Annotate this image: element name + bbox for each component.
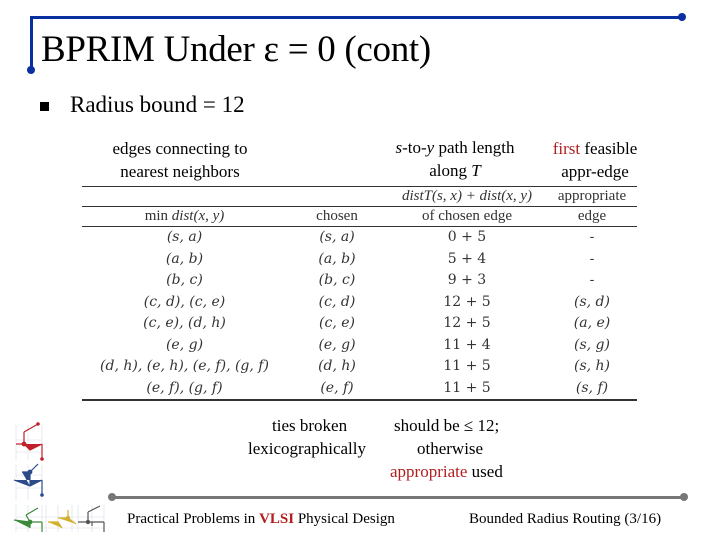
cell-chosen: (e, g) (318, 336, 356, 353)
header-min-dist-math: dist(x, y) (171, 208, 225, 224)
cell-path-length: 12 + 5 (443, 293, 491, 310)
cell-chosen: (d, h) (318, 358, 356, 374)
table-row: (e, f), (g, f) (e, f) 11 + 5 (s, f) (82, 378, 637, 400)
table-row: (c, d), (c, e) (c, d) 12 + 5 (s, d) (82, 292, 637, 314)
table-row: (c, e), (d, h) (c, e) 12 + 5 (a, e) (82, 313, 637, 335)
cell-min-dist: (s, a) (166, 229, 203, 245)
footer-divider (112, 496, 684, 499)
table-row: (b, c) (b, c) 9 + 3 - (82, 270, 637, 292)
note-otherwise: otherwise (417, 439, 484, 458)
cell-chosen: (a, b) (318, 250, 356, 267)
cell-path-length: 11 + 4 (443, 336, 491, 353)
cell-chosen: (s, a) (319, 229, 355, 245)
header-edge: edge (577, 208, 607, 224)
cell-min-dist: (b, c) (166, 272, 203, 288)
footer-left-suffix: Physical Design (294, 511, 395, 527)
bullet-square-icon (40, 102, 49, 111)
note-ties-broken: ties broken (272, 416, 348, 435)
cell-path-length: 0 + 5 (447, 229, 487, 245)
table-row: (s, a) (s, a) 0 + 5 - (82, 227, 637, 249)
cell-min-dist: (c, d), (c, e) (143, 293, 226, 310)
header-dist-formula: distT(s, x) + dist(x, y) (401, 188, 533, 204)
cell-chosen: (c, e) (319, 315, 355, 331)
cell-path-length: 11 + 5 (443, 379, 491, 396)
footer-left-prefix: Practical Problems in (127, 511, 260, 527)
header-col4-top: appropriate (557, 188, 627, 204)
header-col3-top: distT(s, x) + dist(x, y) (387, 187, 547, 207)
annotation-right-line1: first feasible (540, 137, 650, 160)
footer-dot-right (680, 493, 688, 501)
text-appropriate: appropriate (390, 462, 468, 481)
footer-course-title: Practical Problems in VLSI Physical Desi… (127, 509, 395, 529)
cell-appropriate-edge: - (589, 272, 595, 288)
header-col1-top (82, 187, 287, 207)
note-lexicographically: lexicographically (248, 439, 367, 458)
annotation-nearest-neighbors: edges connecting to nearest neighbors (92, 137, 268, 183)
cell-appropriate-edge: (s, d) (574, 293, 610, 310)
cell-min-dist: (c, e), (d, h) (143, 315, 226, 331)
header-min-dist: min dist(x, y) (82, 207, 287, 227)
title-frame-top-line (31, 16, 682, 19)
footer-slide-number: Bounded Radius Routing (3/16) (469, 511, 662, 527)
header-chosen: chosen (316, 208, 358, 224)
cell-chosen: (b, c) (318, 272, 356, 288)
cell-chosen: (c, d) (318, 293, 356, 310)
header-of-chosen-edge: of chosen edge (422, 208, 512, 224)
slide-title: BPRIM Under ε = 0 (cont) (41, 29, 431, 70)
annotation-left-line1: edges connecting to (112, 139, 248, 158)
cell-appropriate-edge: (s, h) (573, 358, 611, 374)
bullet-radius-bound: Radius bound = 12 (70, 92, 245, 117)
annotation-left-line2: nearest neighbors (120, 162, 240, 181)
cell-min-dist: (e, g) (165, 336, 204, 353)
cell-appropriate-edge: (s, g) (574, 336, 610, 353)
text-to: -to- (402, 138, 427, 157)
table-row: (e, g) (e, g) 11 + 4 (s, g) (82, 335, 637, 357)
cell-chosen: (e, f) (320, 379, 354, 396)
cell-appropriate-edge: (s, f) (575, 379, 609, 396)
annotation-path-length: s-to-y path length along T (372, 136, 538, 182)
table-row: (d, h), (e, h), (e, f), (g, f) (d, h) 11 +… (82, 356, 637, 378)
frame-dot-top-right (678, 13, 686, 21)
cell-path-length: 11 + 5 (443, 358, 491, 374)
cell-appropriate-edge: (a, e) (573, 315, 611, 331)
annotation-right-line2: appr-edge (561, 162, 629, 181)
frame-dot-bottom-left (27, 66, 35, 74)
text-along: along (429, 161, 472, 180)
bprim-steps-table: distT(s, x) + dist(x, y) appropriate min… (82, 186, 637, 401)
cell-min-dist: (d, h), (e, h), (e, f), (g, f) (100, 358, 269, 374)
var-T: T (471, 161, 481, 180)
header-col2-top (287, 187, 387, 207)
text-first: first (552, 139, 581, 158)
table-row: (a, b) (a, b) 5 + 4 - (82, 249, 637, 271)
cell-path-length: 9 + 3 (447, 272, 487, 288)
cell-path-length: 12 + 5 (443, 315, 491, 331)
footer-vlsi: VLSI (259, 511, 295, 527)
cell-min-dist: (e, f), (g, f) (146, 379, 223, 396)
text-feasible: feasible (580, 139, 638, 158)
annotation-mid-line2: along T (372, 159, 538, 182)
annotation-first-feasible: first feasible appr-edge (540, 137, 650, 183)
annotation-mid-line1: s-to-y path length (372, 136, 538, 159)
cell-appropriate-edge: - (589, 229, 595, 245)
footer-dot-left (108, 493, 116, 501)
steiner-tree-logo-icon (13, 422, 105, 532)
text-path-length: path length (434, 138, 515, 157)
text-used: used (467, 462, 503, 481)
cell-path-length: 5 + 4 (447, 250, 487, 267)
title-frame-left-line (30, 16, 33, 70)
note-appropriate-used: appropriate used (390, 460, 503, 483)
cell-min-dist: (a, b) (165, 250, 204, 267)
header-min-label: min (144, 208, 172, 224)
note-should-be: should be ≤ 12; (394, 416, 500, 435)
cell-appropriate-edge: - (589, 250, 595, 267)
